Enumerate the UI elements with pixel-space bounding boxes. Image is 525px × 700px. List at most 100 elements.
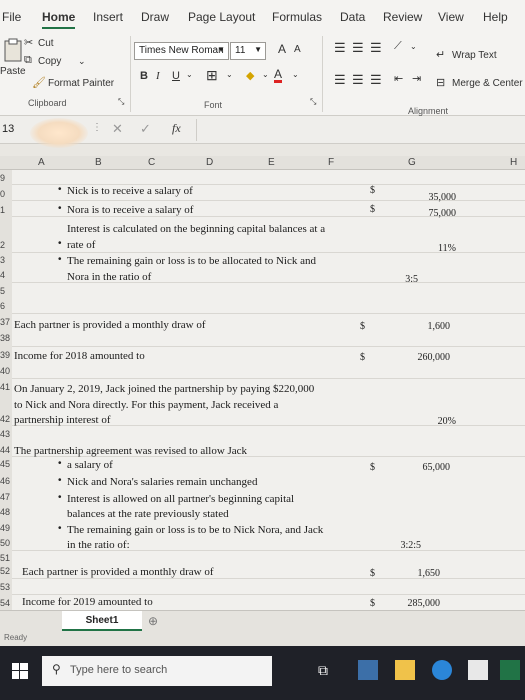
row-header[interactable]: 1: [0, 205, 5, 215]
tab-file[interactable]: File: [2, 10, 21, 24]
font-size-select[interactable]: 11 ▼: [230, 42, 266, 60]
align-bottom-icon[interactable]: ☰: [370, 40, 382, 56]
row-header[interactable]: 50: [0, 538, 10, 548]
column-header[interactable]: C: [148, 157, 155, 168]
row-header[interactable]: 0: [0, 189, 5, 199]
row-header[interactable]: 3: [0, 255, 5, 265]
dialog-launcher-icon[interactable]: ⤡: [310, 97, 316, 107]
tab-page-layout[interactable]: Page Layout: [188, 10, 255, 24]
tab-data[interactable]: Data: [340, 10, 365, 24]
row-header[interactable]: 45: [0, 459, 10, 469]
cancel-icon[interactable]: ✕: [112, 121, 123, 137]
chevron-down-icon: ▼: [254, 45, 262, 54]
decrease-font-button[interactable]: A: [294, 44, 301, 55]
cell-currency: $: [370, 204, 375, 215]
taskbar-search-input[interactable]: ⚲ Type here to search: [42, 656, 272, 686]
row-header[interactable]: 52: [0, 566, 10, 576]
merge-center-button[interactable]: Merge & Center: [452, 78, 523, 89]
row-header[interactable]: 38: [0, 333, 10, 343]
bold-button[interactable]: B: [140, 70, 148, 82]
row-header[interactable]: 4: [0, 270, 5, 280]
row-header[interactable]: 48: [0, 507, 10, 517]
bullet: •: [58, 523, 62, 534]
tab-insert[interactable]: Insert: [93, 10, 123, 24]
row-header[interactable]: 6: [0, 301, 5, 311]
row-header[interactable]: 9: [0, 173, 5, 183]
bullet: •: [58, 184, 62, 195]
tab-help[interactable]: Help: [483, 10, 508, 24]
increase-font-button[interactable]: A: [278, 42, 286, 56]
column-header[interactable]: D: [206, 157, 213, 168]
row-header[interactable]: 54: [0, 598, 10, 608]
row-header[interactable]: 46: [0, 476, 10, 486]
browser-icon[interactable]: [432, 660, 452, 680]
cell-text: Nick and Nora's salaries remain unchange…: [67, 476, 258, 488]
column-header[interactable]: F: [328, 157, 334, 168]
tab-review[interactable]: Review: [383, 10, 422, 24]
row-header[interactable]: 2: [0, 240, 5, 250]
row-header[interactable]: 43: [0, 429, 10, 439]
wrap-text-button[interactable]: Wrap Text: [452, 50, 497, 61]
font-name-select[interactable]: Times New Roman ▼: [134, 42, 229, 60]
search-placeholder: Type here to search: [70, 664, 168, 676]
folder-icon[interactable]: [395, 660, 415, 680]
align-right-icon[interactable]: ☰: [370, 72, 382, 88]
cut-button[interactable]: Cut: [38, 38, 54, 49]
orientation-icon[interactable]: ⟋: [394, 40, 402, 53]
merge-icon: ⊟: [436, 77, 446, 89]
status-bar: Ready: [0, 632, 525, 646]
excel-icon[interactable]: [500, 660, 520, 680]
cell-text: in the ratio of:: [67, 539, 130, 551]
row-header[interactable]: 51: [0, 553, 10, 563]
decrease-indent-icon[interactable]: ⇤: [394, 72, 403, 85]
paste-button[interactable]: Paste: [0, 38, 26, 82]
column-header[interactable]: B: [95, 157, 102, 168]
column-header[interactable]: A: [38, 157, 45, 168]
row-header[interactable]: 53: [0, 582, 10, 592]
align-middle-icon[interactable]: ☰: [352, 40, 364, 56]
add-sheet-icon[interactable]: ⊕: [148, 614, 158, 628]
column-header[interactable]: E: [268, 157, 275, 168]
row-header[interactable]: 37: [0, 317, 10, 327]
font-color-button[interactable]: A: [274, 68, 283, 83]
column-header[interactable]: H: [510, 157, 517, 168]
sheet-tab[interactable]: Sheet1: [62, 611, 142, 631]
cell-text: Nick is to receive a salary of: [67, 185, 193, 197]
sheet-tab-bar: Sheet1 ⊕: [0, 610, 525, 632]
italic-button[interactable]: I: [156, 70, 160, 82]
copy-button[interactable]: Copy: [38, 56, 61, 67]
tab-home[interactable]: Home: [42, 10, 76, 29]
taskbar-app-icon[interactable]: [358, 660, 378, 680]
align-left-icon[interactable]: ☰: [334, 72, 346, 88]
formula-input[interactable]: [196, 119, 525, 141]
underline-button[interactable]: U: [172, 70, 180, 82]
worksheet-grid[interactable]: • Nick is to receive a salary of $ 35,00…: [0, 170, 525, 610]
row-header[interactable]: 44: [0, 445, 10, 455]
tab-draw[interactable]: Draw: [141, 10, 169, 24]
divider: [130, 36, 131, 112]
store-icon[interactable]: [468, 660, 488, 680]
borders-icon[interactable]: ⊞: [206, 67, 218, 84]
row-headers: 9 0 1 2 3 4 5 6 37 38 39 40 41 42 43 44 45 46 47 48 49 50 51 52…: [0, 170, 12, 620]
row-header[interactable]: 39: [0, 350, 10, 360]
format-painter-button[interactable]: Format Painter: [48, 78, 114, 89]
row-header[interactable]: 41: [0, 382, 10, 392]
row-header[interactable]: 42: [0, 414, 10, 424]
insert-function-button[interactable]: fx: [172, 121, 181, 136]
chevron-down-icon: ⌄: [78, 56, 86, 66]
tab-view[interactable]: View: [438, 10, 464, 24]
checkmark-icon[interactable]: ✓: [140, 121, 151, 137]
windows-start-icon[interactable]: [12, 663, 28, 679]
row-header[interactable]: 40: [0, 366, 10, 376]
task-view-icon[interactable]: ⧉: [318, 662, 328, 679]
increase-indent-icon[interactable]: ⇥: [412, 72, 421, 85]
tab-formulas[interactable]: Formulas: [272, 10, 322, 24]
align-top-icon[interactable]: ☰: [334, 40, 346, 56]
dialog-launcher-icon[interactable]: ⤡: [118, 97, 124, 107]
row-header[interactable]: 47: [0, 492, 10, 502]
fill-color-icon[interactable]: ◆: [246, 69, 254, 82]
align-center-icon[interactable]: ☰: [352, 72, 364, 88]
row-header[interactable]: 49: [0, 523, 10, 533]
column-header[interactable]: G: [408, 157, 416, 168]
row-header[interactable]: 5: [0, 286, 5, 296]
